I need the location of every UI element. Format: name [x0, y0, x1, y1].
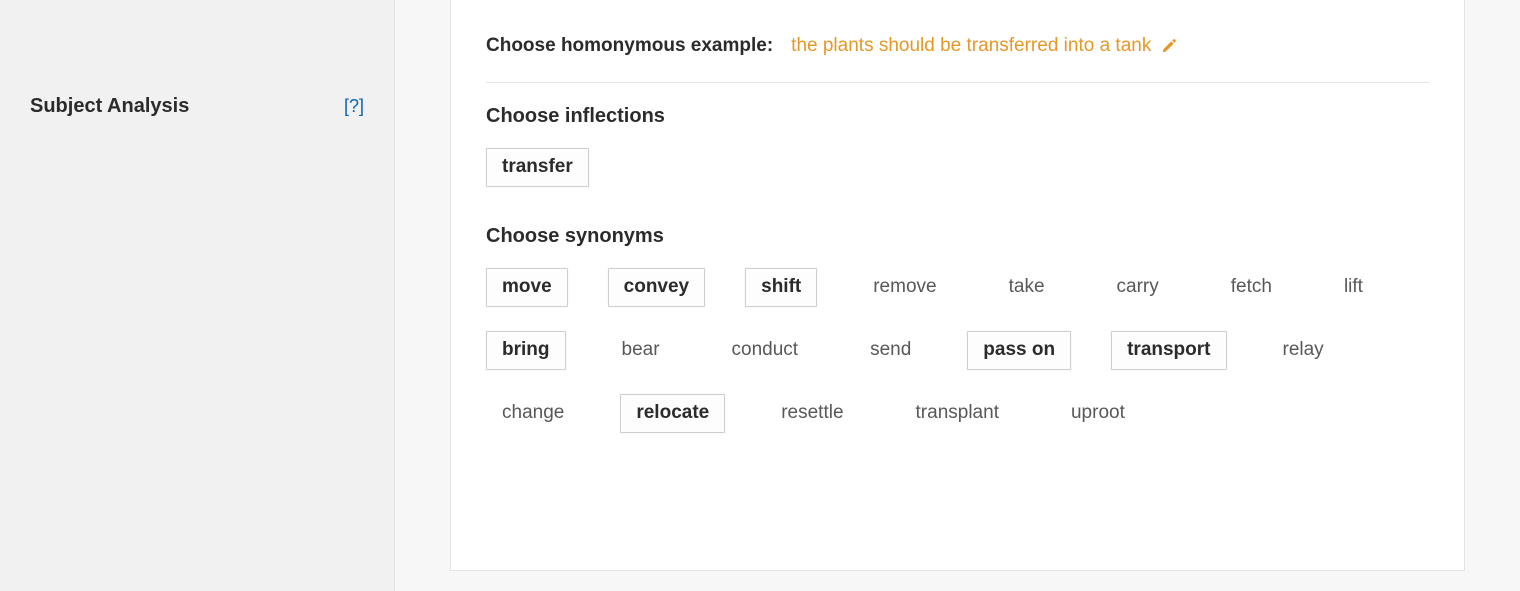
analysis-card: Choose homonymous example: the plants sh… [450, 0, 1465, 571]
main-area: Choose homonymous example: the plants sh… [395, 0, 1520, 591]
synonym-chip[interactable]: send [854, 331, 927, 370]
synonyms-title: Choose synonyms [486, 225, 1429, 248]
sidebar: Subject Analysis [?] [0, 0, 395, 591]
inflections-title: Choose inflections [486, 105, 1429, 128]
synonym-chip[interactable]: move [486, 268, 568, 307]
synonym-chip[interactable]: lift [1328, 268, 1379, 307]
example-label: Choose homonymous example: [486, 35, 773, 57]
help-link[interactable]: [?] [344, 96, 364, 117]
synonyms-list: move convey shift remove take carry fetch lift b… [486, 268, 1429, 433]
synonym-chip[interactable]: conduct [716, 331, 815, 370]
synonym-chip[interactable]: take [993, 268, 1061, 307]
inflections-list: transfer [486, 148, 1429, 187]
synonym-chip[interactable]: uproot [1055, 394, 1141, 433]
synonym-chip[interactable]: change [486, 394, 580, 433]
synonym-chip[interactable]: convey [608, 268, 705, 307]
sidebar-section-title: Subject Analysis [30, 95, 189, 118]
synonym-chip[interactable]: relocate [620, 394, 725, 433]
synonym-chip[interactable]: shift [745, 268, 817, 307]
synonym-chip[interactable]: transport [1111, 331, 1226, 370]
synonym-chip[interactable]: bear [606, 331, 676, 370]
synonym-chip[interactable]: transplant [900, 394, 1015, 433]
example-text: the plants should be transferred into a … [791, 35, 1151, 57]
inflection-chip[interactable]: transfer [486, 148, 589, 187]
synonym-chip[interactable]: remove [857, 268, 952, 307]
synonym-chip[interactable]: resettle [765, 394, 859, 433]
synonym-chip[interactable]: carry [1101, 268, 1175, 307]
synonym-chip[interactable]: bring [486, 331, 566, 370]
synonym-chip[interactable]: pass on [967, 331, 1071, 370]
example-value[interactable]: the plants should be transferred into a … [791, 35, 1177, 57]
synonym-chip[interactable]: relay [1267, 331, 1340, 370]
synonym-chip[interactable]: fetch [1215, 268, 1288, 307]
pencil-icon[interactable] [1161, 38, 1177, 54]
example-row: Choose homonymous example: the plants sh… [486, 35, 1429, 83]
